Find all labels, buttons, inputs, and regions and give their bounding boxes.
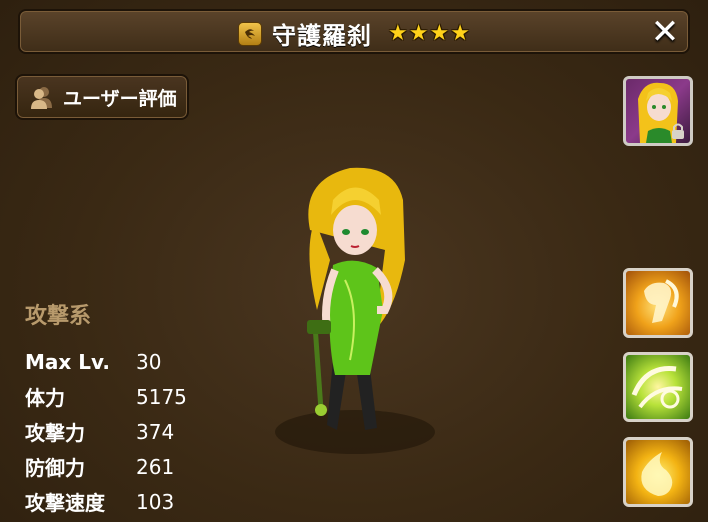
skill-flame-button[interactable]: [623, 437, 693, 507]
skill-flame-icon: [641, 452, 673, 496]
star-icon: ★: [450, 20, 470, 46]
stat-name: 攻撃力: [25, 421, 85, 445]
stats-panel: 攻撃系 Max Lv. 30 体力 5175 攻撃力 374 防御力 261 攻…: [25, 298, 187, 519]
star-icon: ★: [429, 20, 450, 46]
star-icon: ★: [408, 20, 429, 46]
stat-value: 5175: [136, 384, 187, 409]
skill-wind-icon: [631, 366, 683, 409]
lock-icon: [672, 123, 684, 139]
title-bar: 守護羅刹 ★ ★ ★ ★ ✕: [18, 9, 690, 54]
user-rating-button[interactable]: ユーザー評価: [15, 74, 189, 120]
stat-name: 体力: [25, 386, 65, 410]
skill-wind-button[interactable]: [623, 352, 693, 422]
stat-value: 103: [136, 489, 175, 514]
stat-row: Max Lv. 30: [25, 344, 187, 379]
monster-name: 守護羅刹: [272, 22, 373, 50]
close-icon: ✕: [650, 12, 680, 52]
stat-value: 30: [136, 349, 162, 374]
skill-punch-icon: [644, 279, 679, 323]
stat-row: 攻撃速度 103: [25, 484, 187, 519]
stat-name: 攻撃速度: [25, 491, 105, 515]
users-icon: [31, 87, 52, 109]
close-button[interactable]: ✕: [648, 12, 682, 52]
stat-value: 374: [136, 419, 175, 444]
star-icon: ★: [388, 20, 408, 46]
stat-row: 攻撃力 374: [25, 414, 187, 449]
monster-portrait[interactable]: [623, 76, 693, 146]
stat-row: 防御力 261: [25, 449, 187, 484]
user-rating-label: ユーザー評価: [63, 87, 177, 110]
stat-value: 261: [136, 454, 175, 479]
skill-punch-button[interactable]: [623, 268, 693, 338]
star-rating: ★ ★ ★ ★: [388, 20, 470, 46]
monster-character-image: [275, 167, 435, 454]
monster-type-label: 攻撃系: [25, 304, 92, 329]
stat-name: 防御力: [25, 456, 85, 480]
stat-row: 体力 5175: [25, 379, 187, 414]
stat-name: Max Lv.: [25, 349, 111, 374]
wind-element-icon: [238, 21, 263, 46]
title-group: 守護羅刹 ★ ★ ★ ★: [20, 11, 688, 56]
